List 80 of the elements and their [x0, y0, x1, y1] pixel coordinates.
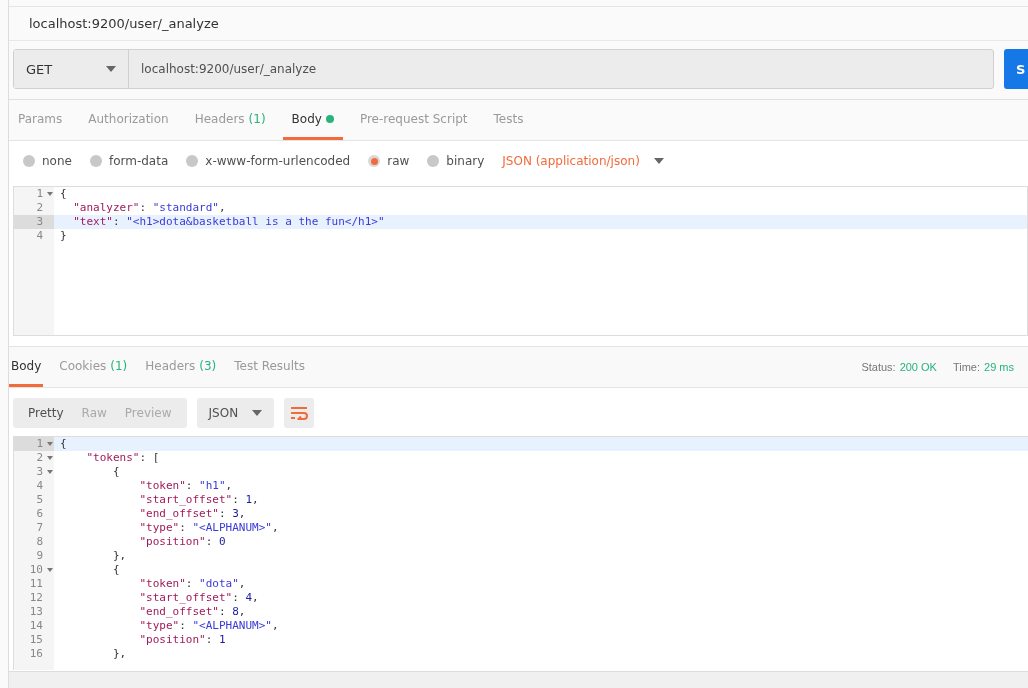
line-number: 2 — [35, 451, 43, 465]
radio-icon[interactable] — [23, 155, 35, 167]
code-line: { — [111, 563, 120, 577]
code-line: "token": "dota", — [138, 577, 246, 591]
code-line: }, — [111, 549, 127, 563]
code-line: "position": 1 — [138, 633, 226, 647]
tab[interactable]: Headers (1) — [185, 100, 275, 140]
fold-caret-icon[interactable] — [47, 568, 53, 572]
code-line: "text": "<h1>dota&basketball is a the fun</h1>" — [72, 215, 385, 229]
body-type-radio[interactable]: x-www-form-urlencoded — [186, 154, 351, 168]
fold-caret-icon[interactable] — [47, 442, 53, 446]
line-number: 16 — [28, 647, 43, 661]
tab[interactable]: Pre-request Script — [350, 100, 477, 140]
code-line: "type": "<ALPHANUM>", — [138, 521, 279, 535]
line-number: 3 — [35, 465, 43, 479]
status-label: Status: — [861, 361, 896, 373]
tab[interactable]: Params — [9, 100, 72, 140]
method-dropdown[interactable]: GET — [14, 50, 129, 88]
count-label: (1) — [248, 111, 266, 126]
code-line: "start_offset": 1, — [138, 493, 259, 507]
caret-icon — [106, 66, 116, 72]
code-line: { — [111, 465, 120, 479]
code-line: "type": "<ALPHANUM>", — [138, 619, 279, 633]
code-line: } — [59, 229, 67, 243]
line-number: 13 — [28, 605, 43, 619]
line-number: 14 — [28, 619, 43, 633]
fold-caret-icon[interactable] — [47, 192, 53, 196]
count-label: (3) — [199, 358, 217, 373]
body-type-radio[interactable]: raw — [368, 154, 410, 168]
send-button[interactable]: S — [1004, 49, 1028, 89]
line-number: 10 — [28, 563, 43, 577]
code-line: "end_offset": 3, — [138, 507, 246, 521]
wrap-lines-icon — [290, 406, 309, 420]
caret-icon — [252, 410, 263, 416]
tab[interactable]: Tests — [484, 100, 533, 140]
format-dropdown[interactable]: JSON — [196, 398, 275, 428]
line-number: 15 — [28, 633, 43, 647]
content-type-dropdown[interactable]: JSON (application/json) — [502, 154, 664, 168]
line-number: 6 — [35, 507, 43, 521]
count-label: (1) — [110, 358, 128, 373]
line-number: 1 — [35, 187, 43, 201]
line-number: 11 — [28, 577, 43, 591]
line-number: 9 — [35, 549, 43, 563]
view-mode-button[interactable]: Pretty — [19, 398, 73, 428]
code-line: "token": "h1", — [138, 479, 233, 493]
wrap-button[interactable] — [284, 398, 315, 428]
tab[interactable]: Test Results — [232, 347, 307, 387]
status-value: 200 OK — [899, 361, 937, 373]
fold-caret-icon[interactable] — [47, 456, 53, 460]
code-line: }, — [111, 647, 127, 661]
body-type-radio[interactable]: none — [23, 154, 72, 168]
line-number: 12 — [28, 591, 43, 605]
body-type-radio[interactable]: binary — [427, 154, 485, 168]
tab[interactable]: Cookies (1) — [57, 347, 130, 387]
time-label: Time: — [952, 361, 981, 373]
line-number: 8 — [35, 535, 43, 549]
code-line: "position": 0 — [138, 535, 226, 549]
time-value: 29 ms — [984, 361, 1014, 373]
line-number: 2 — [35, 201, 43, 215]
radio-icon[interactable] — [368, 155, 381, 167]
code-line: "end_offset": 8, — [138, 605, 246, 619]
line-number: 4 — [35, 229, 43, 243]
code-line: "start_offset": 4, — [138, 591, 259, 605]
radio-icon[interactable] — [186, 155, 199, 167]
fold-caret-icon[interactable] — [47, 470, 53, 474]
code-line: "analyzer": "standard", — [72, 201, 226, 215]
line-number: 7 — [35, 521, 43, 535]
caret-icon — [653, 158, 664, 164]
code-line: "tokens": [ — [85, 451, 160, 465]
request-title: localhost:9200/user/_analyze — [9, 7, 1028, 41]
tab[interactable]: Authorization — [79, 100, 178, 140]
tab[interactable]: Headers (3) — [143, 347, 219, 387]
code-line: { — [59, 187, 67, 201]
line-number: 5 — [35, 493, 43, 507]
body-type-radio[interactable]: form-data — [89, 154, 169, 168]
radio-icon[interactable] — [89, 155, 102, 167]
url-field[interactable]: localhost:9200/user/_analyze — [129, 50, 993, 88]
code-line: { — [59, 437, 67, 451]
line-number: 4 — [35, 479, 43, 493]
radio-icon[interactable] — [427, 155, 440, 167]
